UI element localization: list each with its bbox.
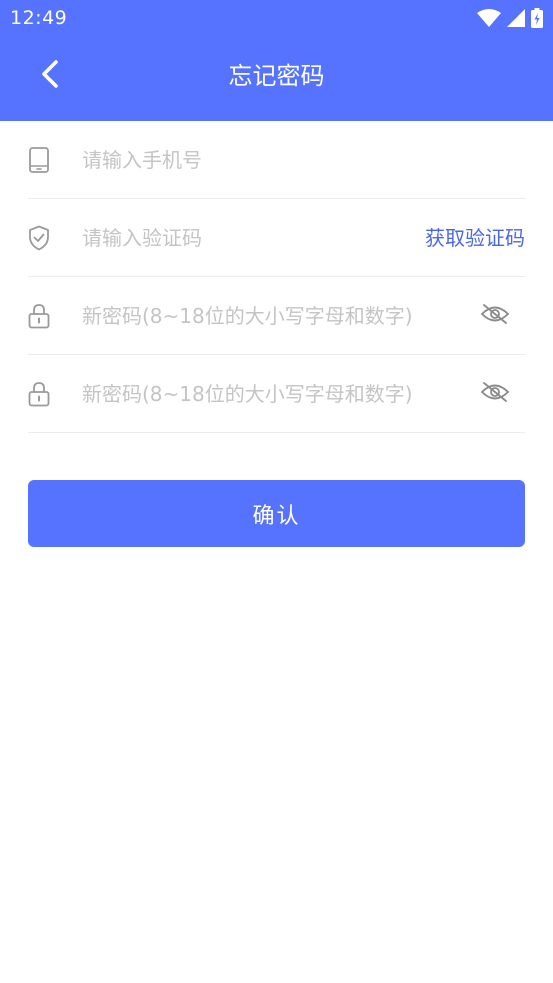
confirm-password-input[interactable]: [82, 373, 472, 415]
toggle-password-visibility-button[interactable]: [479, 303, 511, 329]
new-password-row: [28, 277, 525, 355]
get-code-button[interactable]: 获取验证码: [425, 223, 525, 253]
toggle-confirm-password-visibility-button[interactable]: [479, 381, 511, 407]
status-bar: 12:49: [0, 0, 553, 38]
shield-check-icon: [28, 225, 50, 251]
eye-off-icon: [480, 303, 510, 329]
cell-signal-icon: [507, 9, 525, 27]
lock-icon: [28, 381, 50, 407]
page-title: 忘记密码: [228, 62, 325, 90]
confirm-password-row: [28, 355, 525, 433]
new-password-input[interactable]: [82, 295, 472, 337]
phone-row: [28, 121, 525, 199]
verification-code-row: 获取验证码: [28, 199, 525, 277]
status-icons: [477, 8, 543, 28]
lock-icon: [28, 303, 50, 329]
battery-charging-icon: [531, 8, 543, 28]
phone-icon: [28, 147, 50, 173]
app-header: 12:49 忘记密码: [0, 0, 553, 121]
confirm-button[interactable]: 确认: [28, 480, 525, 547]
status-time: 12:49: [10, 7, 68, 29]
wifi-icon: [477, 9, 501, 27]
phone-input[interactable]: [82, 139, 462, 181]
eye-off-icon: [480, 381, 510, 407]
forgot-password-form: 获取验证码: [28, 121, 525, 433]
verification-code-input[interactable]: [82, 217, 462, 259]
